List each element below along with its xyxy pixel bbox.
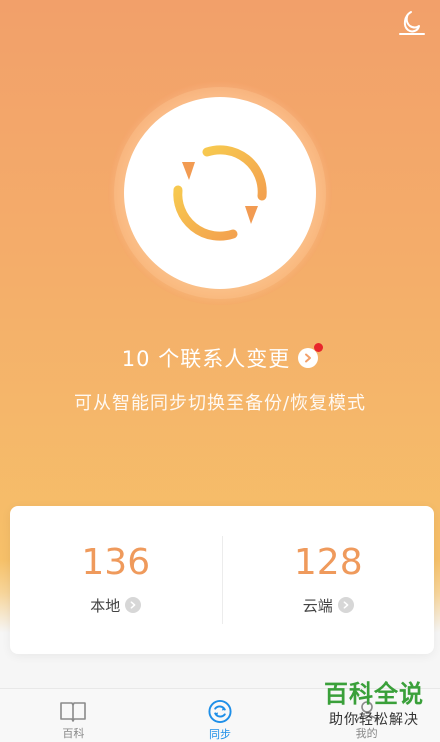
cloud-count: 128 <box>293 541 363 583</box>
tab-sync[interactable]: 同步 <box>147 689 294 742</box>
local-stat[interactable]: 136 本地 <box>10 506 222 654</box>
book-icon <box>60 702 87 722</box>
stats-card: 136 本地 128 云端 <box>10 506 434 654</box>
night-mode-button[interactable] <box>396 8 428 38</box>
cloud-stat[interactable]: 128 云端 <box>223 506 435 654</box>
chevron-right-icon <box>337 597 354 613</box>
contact-changes-text: 10 个联系人变更 <box>121 347 291 371</box>
tab-baike[interactable]: 百科 <box>0 689 147 742</box>
tab-baike-label: 百科 <box>62 727 85 740</box>
sync-button[interactable] <box>124 97 316 289</box>
sync-icon <box>208 699 232 724</box>
local-label: 本地 <box>90 596 121 615</box>
chevron-right-icon <box>125 597 142 613</box>
watermark: 百科全说 助你轻松解决 <box>314 681 434 729</box>
watermark-title: 百科全说 <box>324 680 424 708</box>
sync-arrows-icon <box>173 145 267 241</box>
cloud-label: 云端 <box>302 596 333 615</box>
moon-icon <box>399 11 425 35</box>
notification-dot <box>314 343 324 352</box>
watermark-subtitle: 助你轻松解决 <box>329 712 419 729</box>
local-count: 136 <box>81 541 151 583</box>
tab-sync-label: 同步 <box>209 728 231 741</box>
contact-changes-link[interactable]: 10 个联系人变更 <box>0 341 440 375</box>
chevron-right-icon <box>298 343 324 368</box>
mode-hint-text: 可从智能同步切换至备份/恢复模式 <box>73 393 367 414</box>
